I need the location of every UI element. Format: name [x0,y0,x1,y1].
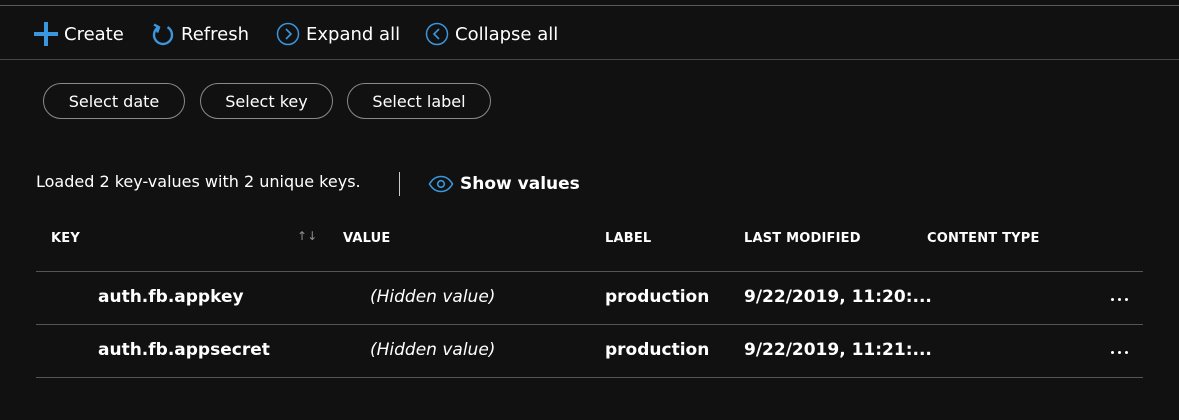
select-key-button[interactable]: Select key [200,83,333,119]
eye-icon [428,175,454,193]
row-more-button[interactable] [1096,337,1142,367]
column-header-key[interactable]: KEY [51,231,80,246]
row-label: production [605,287,710,307]
select-date-button[interactable]: Select date [43,83,185,119]
ellipsis-icon [1110,350,1128,354]
row-more-button[interactable] [1096,284,1142,314]
select-label-button[interactable]: Select label [347,83,491,119]
column-header-last-modified[interactable]: LAST MODIFIED [744,231,861,246]
column-header-label[interactable]: LABEL [605,231,651,246]
show-values-label: Show values [460,174,580,194]
table-row[interactable]: auth.fb.appsecret (Hidden value) product… [36,325,1143,377]
collapse-all-button[interactable]: Collapse all [425,21,558,47]
filter-bar: Select date Select key Select label [0,83,1179,121]
ellipsis-icon [1110,297,1128,301]
row-key: auth.fb.appkey [98,287,244,307]
row-value: (Hidden value) [370,340,496,360]
expand-all-label: Expand all [306,23,401,45]
chevron-right-circle-icon [276,22,300,46]
create-button[interactable]: Create [34,21,124,47]
create-label: Create [64,23,124,45]
row-label: production [605,340,710,360]
plus-icon [34,22,58,46]
show-values-button[interactable]: Show values [428,172,580,196]
table-row[interactable]: auth.fb.appkey (Hidden value) production… [36,272,1143,324]
row-value: (Hidden value) [370,287,496,307]
row-last-modified: 9/22/2019, 11:20:... [744,287,932,307]
command-bar: Create Refresh Expand all Collapse all [0,6,1179,60]
column-header-value[interactable]: VALUE [343,231,391,246]
refresh-button[interactable]: Refresh [151,21,249,47]
table-bottom-divider [36,377,1143,378]
refresh-icon [151,22,175,46]
column-header-content-type[interactable]: CONTENT TYPE [927,231,1040,246]
sort-icon[interactable]: ↑↓ [297,229,318,243]
refresh-label: Refresh [181,23,249,45]
load-status-text: Loaded 2 key-values with 2 unique keys. [36,172,361,191]
row-last-modified: 9/22/2019, 11:21:... [744,340,932,360]
collapse-all-label: Collapse all [455,23,559,45]
expand-all-button[interactable]: Expand all [276,21,400,47]
row-key: auth.fb.appsecret [98,340,270,360]
chevron-left-circle-icon [425,22,449,46]
status-divider [399,172,400,196]
